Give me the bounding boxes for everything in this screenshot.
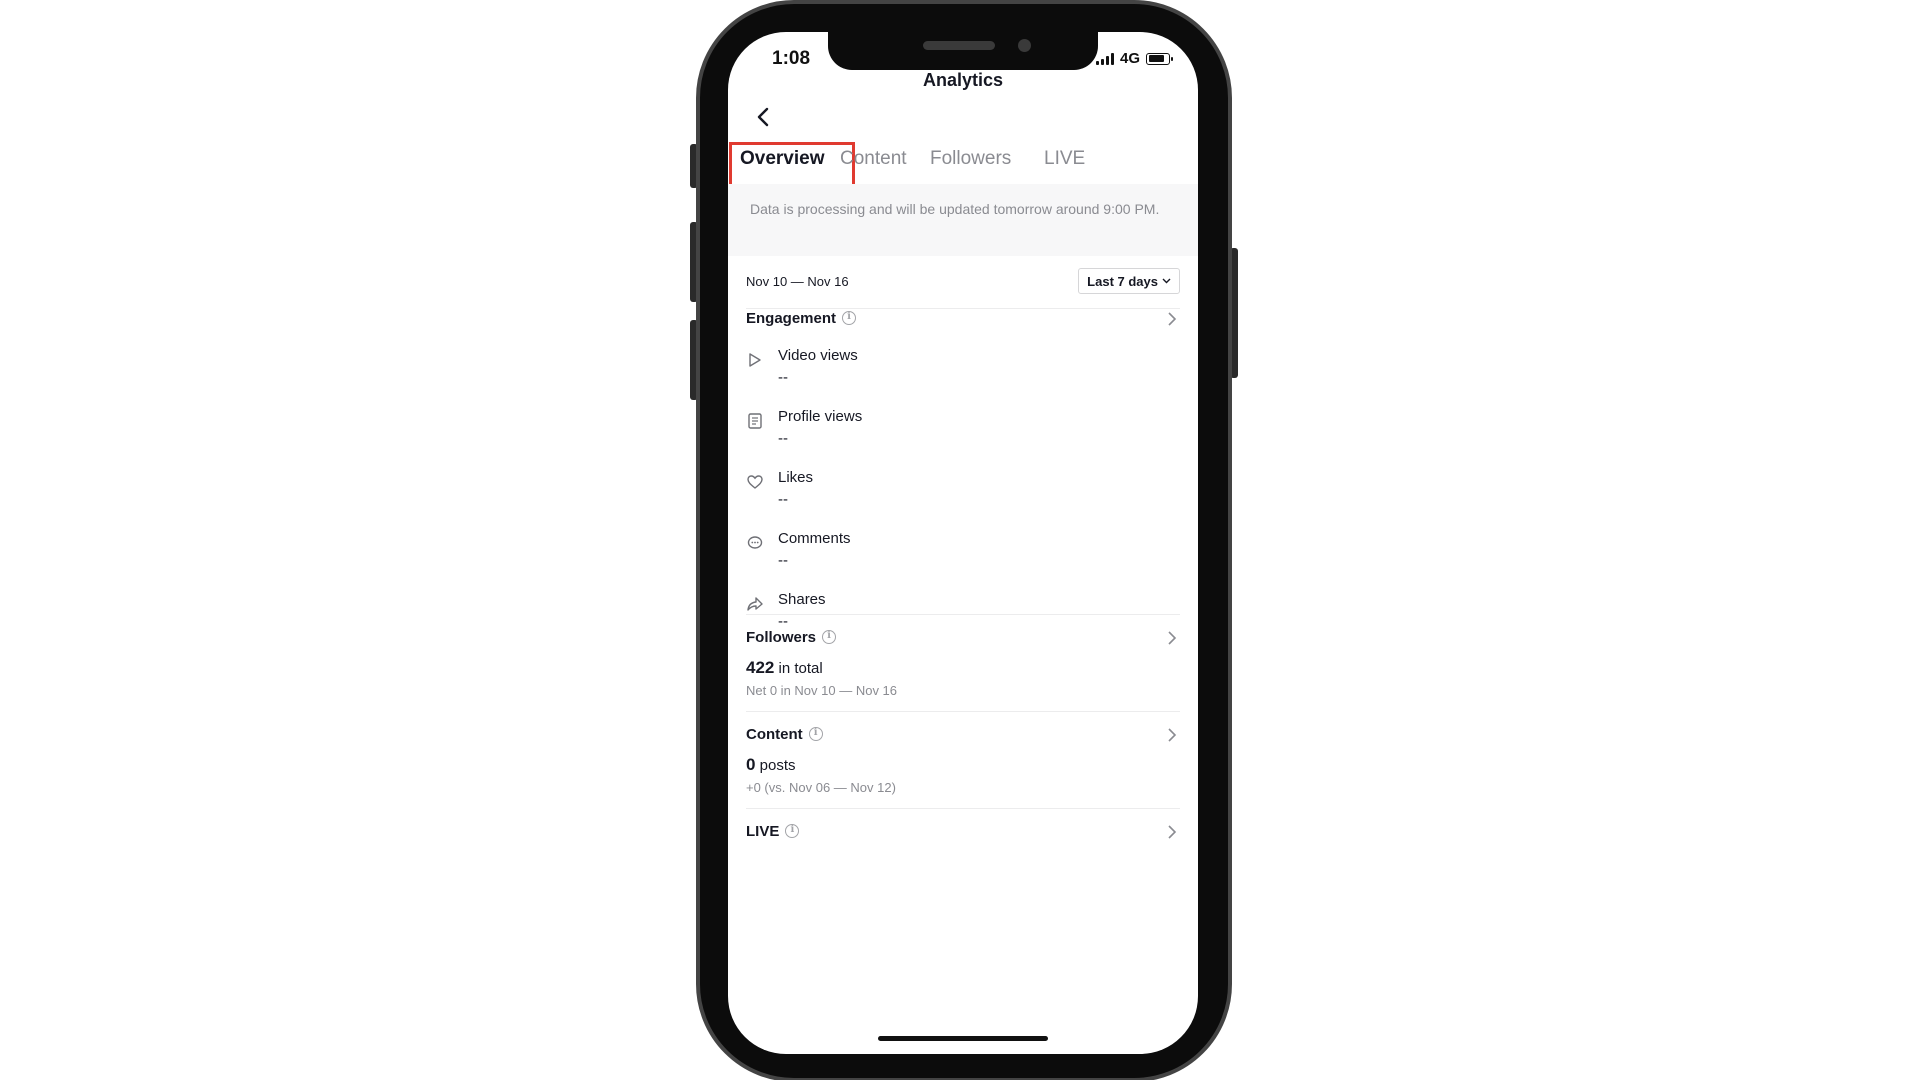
profile-card-icon (748, 413, 762, 429)
info-icon[interactable] (808, 727, 823, 741)
chevron-left-icon (757, 107, 769, 127)
back-button[interactable] (746, 100, 780, 134)
followers-total: 422 in total (746, 658, 823, 678)
info-icon[interactable] (842, 311, 857, 325)
share-icon (747, 597, 763, 611)
followers-header[interactable]: Followers (746, 629, 1180, 655)
divider (746, 808, 1180, 809)
tab-overview[interactable]: Overview (729, 142, 855, 188)
home-indicator[interactable] (878, 1036, 1048, 1041)
chevron-down-icon (1162, 278, 1171, 284)
metric-profile-views: Profile views -- (746, 408, 1146, 458)
notch (828, 32, 1098, 70)
chevron-right-icon[interactable] (1164, 630, 1180, 646)
content-header[interactable]: Content (746, 726, 1180, 752)
tab-highlight-box (729, 142, 855, 188)
status-indicators: 4G (1095, 50, 1173, 67)
status-time: 1:08 (772, 48, 811, 69)
engagement-header[interactable]: Engagement (746, 310, 1180, 336)
metric-value: -- (778, 613, 788, 630)
date-row: Nov 10 — Nov 16 Last 7 days (746, 258, 1180, 309)
info-icon[interactable] (785, 824, 800, 838)
metric-likes: Likes -- (746, 469, 1146, 519)
phone-screen: 1:08 4G Analytics Overview Content Follo… (728, 32, 1198, 1054)
tab-followers[interactable]: Followers (930, 148, 1011, 170)
speaker (923, 41, 995, 50)
front-camera (1018, 39, 1031, 52)
date-range-select[interactable]: Last 7 days (1078, 268, 1180, 294)
followers-net: Net 0 in Nov 10 — Nov 16 (746, 683, 898, 698)
tab-content-label: Content (840, 148, 907, 169)
divider (746, 614, 1180, 615)
stage: 1:08 4G Analytics Overview Content Follo… (0, 0, 1920, 1080)
followers-count: 422 (746, 658, 775, 677)
date-range-select-label: Last 7 days (1087, 273, 1158, 289)
metric-label: Shares (778, 591, 826, 608)
banner-text: Data is processing and will be updated t… (750, 201, 1160, 217)
page-title: Analytics (922, 70, 1004, 90)
content-count-suffix: posts (755, 757, 796, 774)
heart-icon (747, 475, 763, 489)
chevron-right-icon[interactable] (1164, 727, 1180, 743)
metric-value: -- (778, 430, 788, 447)
divider (746, 711, 1180, 712)
followers-count-suffix: in total (774, 660, 823, 677)
metric-label: Likes (778, 469, 814, 486)
processing-banner: Data is processing and will be updated t… (728, 184, 1198, 256)
live-title: LIVE (746, 823, 780, 840)
tab-bar: Overview Content Followers LIVE (728, 140, 1198, 188)
content-total: 0 posts (746, 755, 796, 775)
metric-value: -- (778, 369, 788, 386)
metric-label: Comments (778, 530, 851, 547)
tab-content[interactable]: Content (840, 148, 907, 170)
header (728, 92, 1198, 142)
engagement-title: Engagement (746, 310, 837, 327)
tab-live-label: LIVE (1044, 148, 1086, 169)
tab-followers-label: Followers (930, 148, 1012, 169)
followers-title: Followers (746, 629, 817, 646)
content-compare: +0 (vs. Nov 06 — Nov 12) (746, 780, 896, 795)
metric-value: -- (778, 552, 788, 569)
metric-video-views: Video views -- (746, 347, 1146, 397)
info-icon[interactable] (822, 630, 837, 644)
metric-label: Profile views (778, 408, 863, 425)
chevron-right-icon[interactable] (1164, 311, 1180, 327)
metric-label: Video views (778, 347, 858, 364)
metric-comments: Comments -- (746, 530, 1146, 580)
battery-icon (1146, 52, 1173, 65)
live-header[interactable]: LIVE (746, 823, 1180, 849)
metric-value: -- (778, 491, 788, 508)
tab-live[interactable]: LIVE (1044, 148, 1085, 170)
comment-icon (747, 536, 763, 549)
content-title: Content (746, 726, 803, 743)
chevron-right-icon[interactable] (1164, 824, 1180, 840)
date-range: Nov 10 — Nov 16 (746, 274, 849, 289)
play-icon (749, 353, 761, 367)
network-label: 4G (1119, 50, 1140, 67)
signal-icon (1095, 52, 1114, 65)
